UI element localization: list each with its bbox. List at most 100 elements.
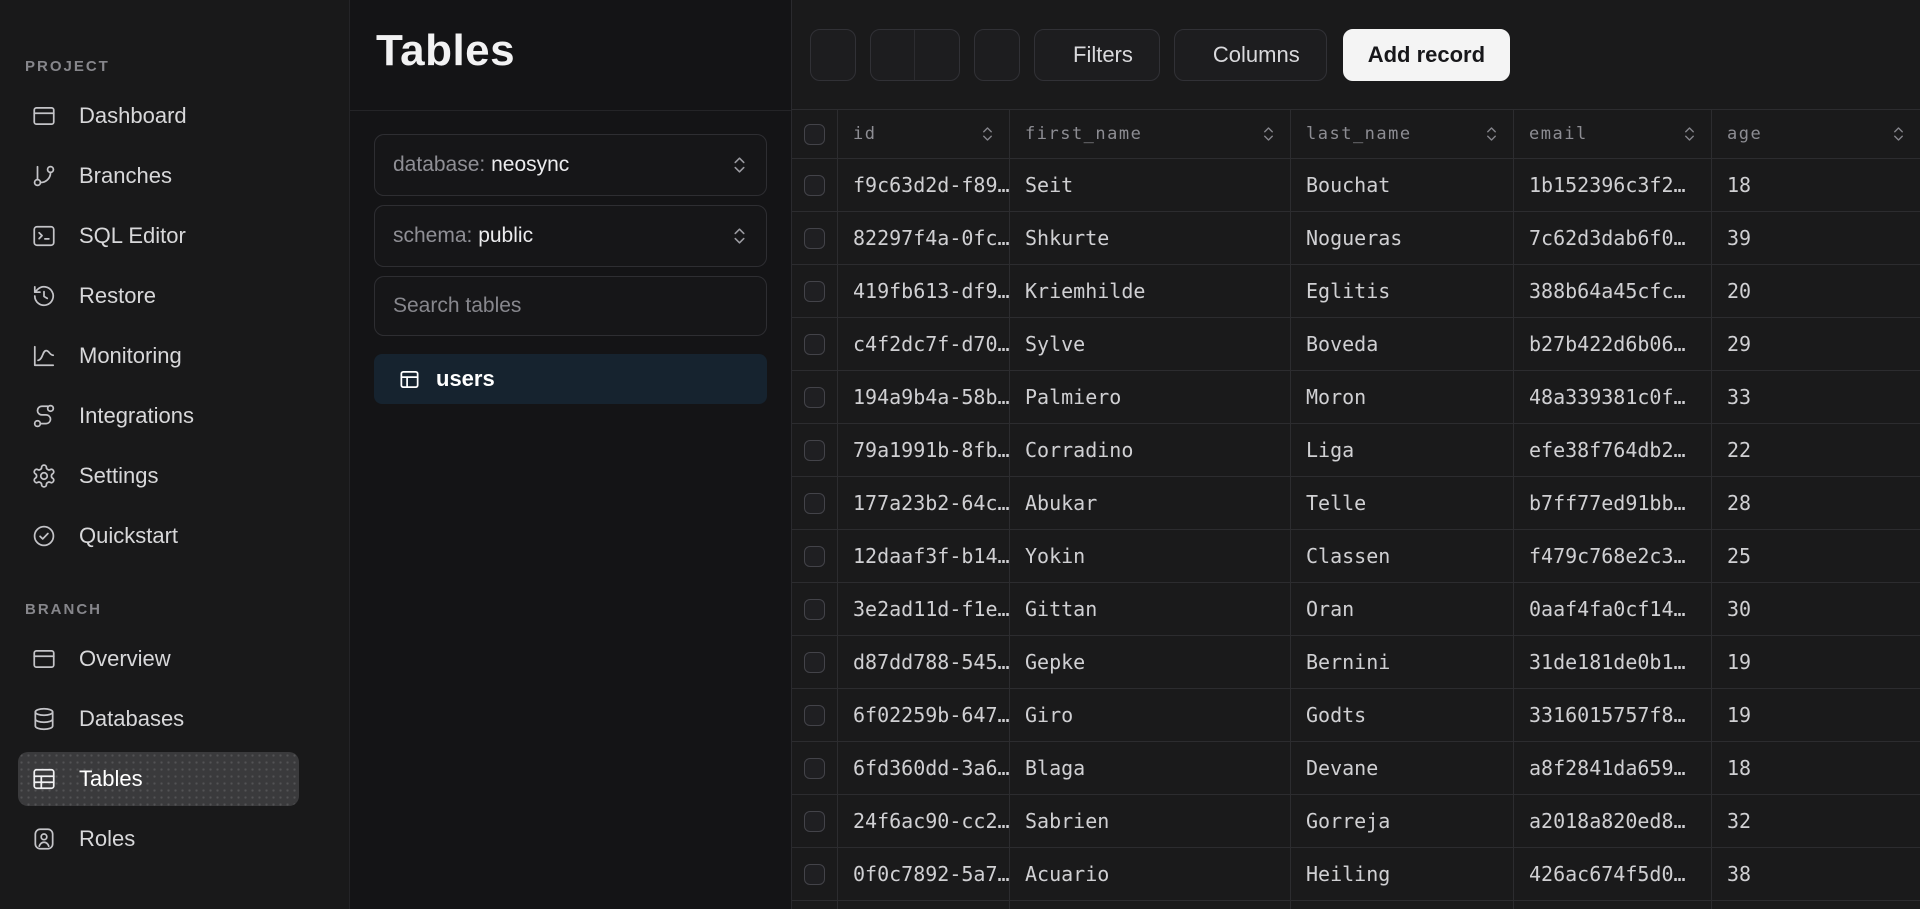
row-checkbox[interactable] xyxy=(804,333,825,355)
sidebar-item-settings[interactable]: Settings xyxy=(18,449,299,503)
cell-email[interactable]: a8f2841da659… xyxy=(1514,742,1712,795)
sort-icon[interactable] xyxy=(980,125,995,143)
cell-last_name[interactable]: Boveda xyxy=(1291,318,1514,371)
cell-age[interactable]: 18 xyxy=(1712,159,1920,212)
cell-email[interactable]: 1b152396c3f2… xyxy=(1514,159,1712,212)
cell-email[interactable]: 388b64a45cfc… xyxy=(1514,265,1712,318)
columns-button[interactable]: Columns xyxy=(1173,28,1327,81)
cell-first_name[interactable]: Gepke xyxy=(1010,636,1291,689)
cell-last_name[interactable]: Telle xyxy=(1291,477,1514,530)
prev-page-button[interactable] xyxy=(871,29,915,80)
cell-first_name[interactable]: Acuario xyxy=(1010,848,1291,901)
cell-id[interactable]: f9c63d2d-f89… xyxy=(838,159,1010,212)
cell-id[interactable]: 6fd360dd-3a6… xyxy=(838,742,1010,795)
schema-select[interactable]: schema: public xyxy=(374,205,767,267)
sidebar-item-tables[interactable]: Tables xyxy=(18,752,299,806)
sidebar-item-roles[interactable]: Roles xyxy=(18,812,299,866)
sidebar-item-sql-editor[interactable]: SQL Editor xyxy=(18,209,299,263)
cell-id[interactable]: d87dd788-545… xyxy=(838,636,1010,689)
cell-last_name[interactable]: Liga xyxy=(1291,424,1514,477)
cell-email[interactable]: 48a339381c0f… xyxy=(1514,371,1712,424)
cell-email[interactable]: 3316015757f8… xyxy=(1514,689,1712,742)
table-list-item-users[interactable]: users xyxy=(374,354,767,404)
cell-id[interactable]: 177a23b2-64c… xyxy=(838,477,1010,530)
cell-first_name[interactable]: Shkurte xyxy=(1010,212,1291,265)
cell-first_name[interactable]: Giro xyxy=(1010,689,1291,742)
cell-email[interactable]: 31de181de0b1… xyxy=(1514,636,1712,689)
history-button[interactable] xyxy=(974,28,1020,81)
sidebar-item-restore[interactable]: Restore xyxy=(18,269,299,323)
row-checkbox[interactable] xyxy=(804,492,825,514)
cell-email[interactable]: 7c62d3dab6f0… xyxy=(1514,212,1712,265)
cell-age[interactable]: 19 xyxy=(1712,689,1920,742)
cell-email[interactable]: b27b422d6b06… xyxy=(1514,318,1712,371)
cell-first_name[interactable]: Seit xyxy=(1010,159,1291,212)
cell-id[interactable]: 24f6ac90-cc2… xyxy=(838,795,1010,848)
add-record-button[interactable]: Add record xyxy=(1342,28,1511,81)
sort-icon[interactable] xyxy=(1484,125,1499,143)
cell-last_name[interactable]: Gorreja xyxy=(1291,795,1514,848)
sidebar-item-quickstart[interactable]: Quickstart xyxy=(18,509,299,563)
column-header-first_name[interactable]: first_name xyxy=(1010,110,1291,159)
database-select[interactable]: database: neosync xyxy=(374,134,767,196)
sort-icon[interactable] xyxy=(1682,125,1697,143)
cell-last_name[interactable]: Bouchat xyxy=(1291,159,1514,212)
cell-first_name[interactable]: Sabrien xyxy=(1010,795,1291,848)
cell-last_name[interactable]: Heiling xyxy=(1291,848,1514,901)
column-header-last_name[interactable]: last_name xyxy=(1291,110,1514,159)
next-page-button[interactable] xyxy=(915,30,959,80)
cell-age[interactable]: 20 xyxy=(1712,265,1920,318)
cell-id[interactable]: 419fb613-df9… xyxy=(838,265,1010,318)
cell-age[interactable]: 39 xyxy=(1712,212,1920,265)
cell-first_name[interactable]: Sylve xyxy=(1010,318,1291,371)
row-checkbox[interactable] xyxy=(804,757,825,779)
row-checkbox[interactable] xyxy=(804,704,825,726)
sidebar-item-dashboard[interactable]: Dashboard xyxy=(18,89,299,143)
sidebar-item-monitoring[interactable]: Monitoring xyxy=(18,329,299,383)
cell-age[interactable]: 22 xyxy=(1712,424,1920,477)
cell-first_name[interactable]: Blaga xyxy=(1010,742,1291,795)
cell-id[interactable]: 82297f4a-0fc… xyxy=(838,212,1010,265)
cell-first_name[interactable]: Yokin xyxy=(1010,530,1291,583)
row-checkbox[interactable] xyxy=(804,386,825,408)
sort-icon[interactable] xyxy=(1891,125,1906,143)
sidebar-item-branches[interactable]: Branches xyxy=(18,149,299,203)
column-header-email[interactable]: email xyxy=(1514,110,1712,159)
cell-id[interactable]: 79a1991b-8fb… xyxy=(838,424,1010,477)
search-tables-input[interactable] xyxy=(375,277,766,335)
row-checkbox[interactable] xyxy=(804,439,825,461)
row-checkbox[interactable] xyxy=(804,810,825,832)
cell-email[interactable]: f479c768e2c3… xyxy=(1514,530,1712,583)
cell-age[interactable]: 32 xyxy=(1712,795,1920,848)
cell-age[interactable]: 30 xyxy=(1712,583,1920,636)
cell-id[interactable]: 3e2ad11d-f1e… xyxy=(838,583,1010,636)
cell-id[interactable]: 12daaf3f-b14… xyxy=(838,530,1010,583)
row-checkbox[interactable] xyxy=(804,545,825,567)
sidebar-item-integrations[interactable]: Integrations xyxy=(18,389,299,443)
row-checkbox[interactable] xyxy=(804,227,825,249)
cell-last_name[interactable]: Bernini xyxy=(1291,636,1514,689)
column-header-id[interactable]: id xyxy=(838,110,1010,159)
row-checkbox[interactable] xyxy=(804,174,825,196)
cell-first_name[interactable]: Palmiero xyxy=(1010,371,1291,424)
row-checkbox[interactable] xyxy=(804,598,825,620)
cell-id[interactable]: 6f02259b-647… xyxy=(838,689,1010,742)
cell-age[interactable]: 38 xyxy=(1712,848,1920,901)
cell-last_name[interactable]: Oran xyxy=(1291,583,1514,636)
cell-last_name[interactable]: Godts xyxy=(1291,689,1514,742)
row-checkbox[interactable] xyxy=(804,651,825,673)
cell-first_name[interactable]: Kriemhilde xyxy=(1010,265,1291,318)
cell-id[interactable]: c4f2dc7f-d70… xyxy=(838,318,1010,371)
cell-first_name[interactable]: Abukar xyxy=(1010,477,1291,530)
cell-email[interactable]: 426ac674f5d0… xyxy=(1514,848,1712,901)
cell-last_name[interactable]: Nogueras xyxy=(1291,212,1514,265)
cell-last_name[interactable]: Eglitis xyxy=(1291,265,1514,318)
sidebar-item-databases[interactable]: Databases xyxy=(18,692,299,746)
row-checkbox[interactable] xyxy=(804,280,825,302)
cell-age[interactable]: 25 xyxy=(1712,530,1920,583)
cell-age[interactable]: 33 xyxy=(1712,371,1920,424)
cell-age[interactable]: 19 xyxy=(1712,636,1920,689)
cell-email[interactable]: a2018a820ed8… xyxy=(1514,795,1712,848)
cell-email[interactable]: 0aaf4fa0cf14… xyxy=(1514,583,1712,636)
cell-email[interactable]: b7ff77ed91bb… xyxy=(1514,477,1712,530)
